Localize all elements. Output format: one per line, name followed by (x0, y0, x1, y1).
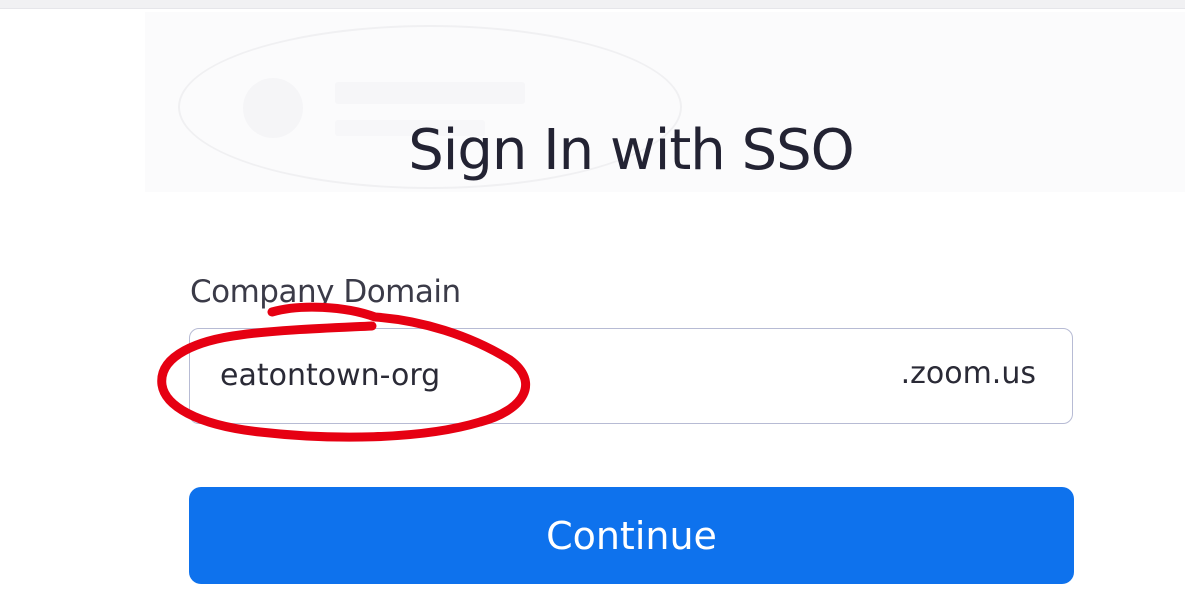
sso-signin-page: Sign In with SSO Company Domain .zoom.us… (0, 0, 1185, 593)
company-domain-label: Company Domain (190, 274, 461, 310)
continue-button[interactable]: Continue (189, 487, 1074, 584)
domain-suffix: .zoom.us (900, 356, 1036, 391)
company-domain-field[interactable]: .zoom.us (189, 328, 1073, 424)
faded-name-placeholder (335, 82, 525, 104)
window-top-border (0, 0, 1185, 9)
company-domain-input[interactable] (220, 351, 820, 399)
page-title: Sign In with SSO (408, 118, 855, 183)
